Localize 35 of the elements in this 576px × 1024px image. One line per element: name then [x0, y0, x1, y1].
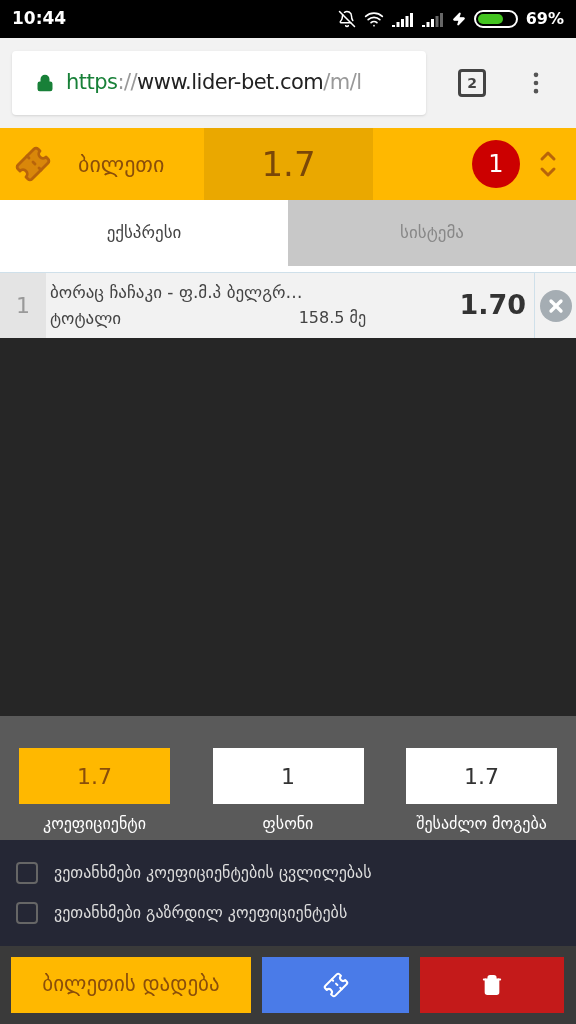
wifi-icon: [363, 9, 384, 29]
bet-index: 1: [0, 273, 46, 338]
battery-level: 69%: [525, 8, 564, 30]
remove-button[interactable]: [539, 289, 572, 322]
battery-icon: [473, 10, 518, 28]
bet-count-badge: 1: [472, 140, 520, 188]
total-odds: 1.7: [204, 128, 373, 200]
checkbox-label: ვეთანხმები გაზრდილ კოეფიციენტებს: [54, 902, 348, 924]
amount-field[interactable]: 1: [212, 748, 364, 804]
checkbox[interactable]: [16, 862, 38, 884]
lock-icon: [36, 74, 54, 92]
trash-icon: [481, 974, 503, 996]
checkbox-label: ვეთანხმები კოეფიციენტების ცვლილებას: [54, 862, 372, 884]
odds-value: 1.7: [19, 748, 170, 804]
field-label: შესაძლო მოგება: [416, 813, 547, 835]
field-label: კოეფიციენტი: [43, 813, 146, 835]
clock: 10:44: [12, 7, 67, 31]
url-text: https://www.lider-bet.com/m/l: [66, 69, 362, 97]
ticket-button[interactable]: [262, 957, 409, 1013]
ticket-title: ბილეთი: [78, 150, 165, 179]
bet-odds: 1.70: [459, 288, 527, 323]
delete-button[interactable]: [420, 957, 564, 1013]
selection-name: 158.5 მე: [298, 306, 366, 329]
checkbox[interactable]: [16, 902, 38, 924]
place-bet-button[interactable]: ბილეთის დადება: [11, 957, 251, 1013]
address-bar[interactable]: https://www.lider-bet.com/m/l: [12, 51, 426, 115]
signal-icon: [421, 11, 444, 27]
field-label: ფსონი: [262, 813, 314, 835]
tab-count-button[interactable]: 2: [458, 69, 486, 97]
match-name: ბორაც ჩაჩაკი - ფ.მ.პ ბელგრ…: [50, 281, 304, 304]
market-name: ტოტალი: [50, 306, 122, 330]
amount-field[interactable]: 1.7: [406, 748, 557, 804]
signal-icon: [391, 11, 414, 27]
charging-icon: [451, 12, 466, 26]
mute-icon: [337, 10, 356, 28]
